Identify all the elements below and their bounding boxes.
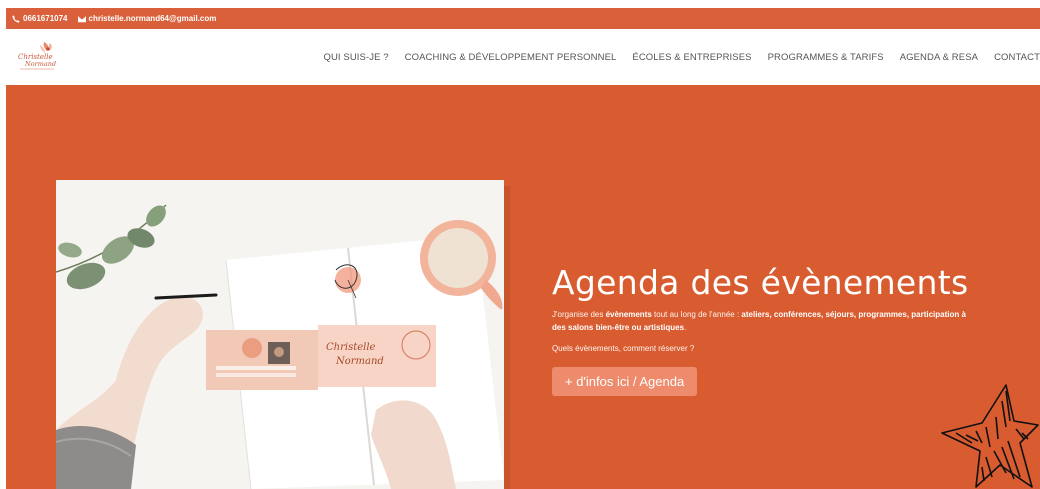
photo-illustration: Christelle Normand [56,180,504,489]
hero-photo: Christelle Normand [56,180,504,489]
phone-icon [12,14,20,23]
top-contact-bar: 0661671074 christelle.normand64@gmail.co… [6,8,1040,29]
phone-link[interactable]: 0661671074 [12,14,68,23]
star-doodle-icon [941,384,1039,488]
hero-question: Quels évènements, comment réserver ? [552,344,695,354]
nav-item-contact[interactable]: CONTACT [994,52,1040,63]
site-logo[interactable]: Christelle Normand [14,39,62,75]
svg-text:Normand: Normand [24,60,56,68]
nav-item-qui-suis-je[interactable]: QUI SUIS-JE ? [323,52,388,63]
nav-item-agenda-resa[interactable]: AGENDA & RESA [900,52,978,63]
card-text-1: Christelle [326,342,376,353]
main-nav: QUI SUIS-JE ? COACHING & DÉVELOPPEMENT P… [323,29,1040,85]
email-link[interactable]: christelle.normand64@gmail.com [77,14,217,23]
email-address: christelle.normand64@gmail.com [88,14,217,23]
phone-number: 0661671074 [23,14,68,23]
nav-item-ecoles-entreprises[interactable]: ÉCOLES & ENTREPRISES [632,52,751,63]
hero-title: Agenda des évènements [552,263,969,302]
hero-text-block: Agenda des évènements J'organise des évè… [552,263,972,397]
nav-item-coaching[interactable]: COACHING & DÉVELOPPEMENT PERSONNEL [405,52,617,63]
hero-desc-part2: tout au long de l'année : [651,310,742,320]
hero-desc-part3: . [684,322,687,332]
hero-desc-bold1: évènements [605,310,652,320]
envelope-icon [77,15,86,22]
card-text-2: Normand [335,356,384,367]
nav-item-programmes-tarifs[interactable]: PROGRAMMES & TARIFS [768,52,884,63]
site-header: Christelle Normand QUI SUIS-JE ? COACHIN… [0,29,1040,85]
hero-section: Christelle Normand Agenda des évènements… [6,85,1040,489]
logo-mark: Christelle Normand [18,42,56,70]
hero-description: J'organise des évènements tout au long d… [552,309,972,334]
hero-desc-part1: J'organise des [552,310,606,320]
agenda-info-button[interactable]: + d'infos ici / Agenda [552,367,698,397]
